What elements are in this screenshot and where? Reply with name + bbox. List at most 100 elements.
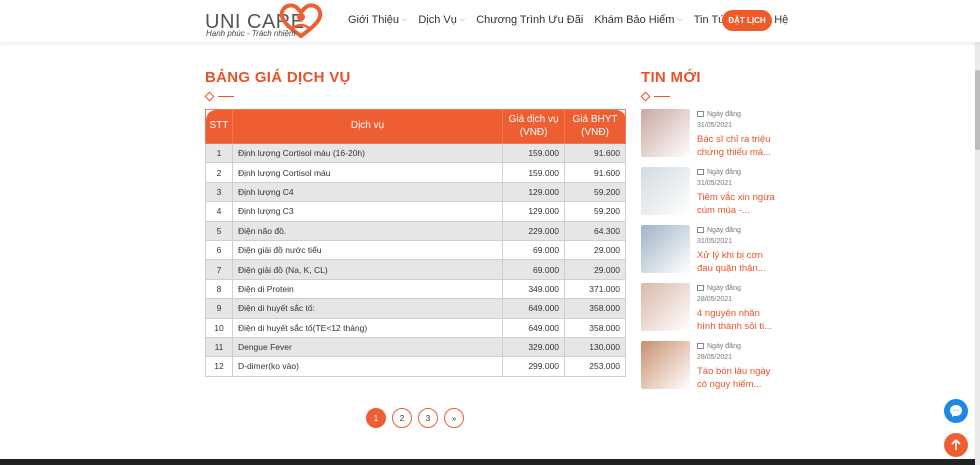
table-row: 12 D-dimer(ko vào) 299.000 253.000 — [205, 356, 626, 377]
table-row: 6 Điện giải đồ nước tiểu 69.000 29.000 — [205, 239, 626, 261]
news-meta: Ngày đăng 28/05/2021 — [697, 283, 741, 305]
colon-thumb-icon[interactable] — [641, 341, 690, 389]
cell-stt: 10 — [205, 317, 233, 338]
cell-stt: 1 — [205, 142, 233, 164]
site-logo[interactable]: UNI CARE Hạnh phúc - Trách nhiệm — [205, 2, 330, 40]
news-meta-label: Ngày đăng — [707, 285, 741, 292]
cell-bhyt: 253.000 — [564, 356, 626, 377]
cell-service: D-dimer(ko vào) — [231, 356, 504, 377]
cell-service: Điện giải đồ (Na, K, CL) — [231, 259, 504, 280]
cell-service: Điện di Protein — [231, 278, 504, 300]
pills-thumb-icon[interactable] — [641, 283, 690, 331]
cell-service: Điện giải đồ nước tiểu — [231, 239, 504, 261]
cell-stt: 2 — [205, 162, 233, 183]
news-item[interactable]: Ngày đăng 31/05/2021 Bác sĩ chỉ ra triệu c… — [641, 109, 776, 161]
footer-bar — [0, 459, 980, 465]
title-divider — [204, 91, 234, 102]
site-header: UNI CARE Hạnh phúc - Trách nhiệm Giới Th… — [0, 0, 980, 42]
cell-bhyt: 64.300 — [564, 220, 626, 241]
news-item[interactable]: Ngày đăng 28/05/2021 4 nguyên nhân hình th… — [641, 283, 776, 335]
cell-bhyt: 59.200 — [564, 201, 626, 222]
calendar-icon — [697, 343, 704, 349]
news-date: 31/05/2021 — [697, 238, 733, 245]
nav-label: Khám Bảo Hiểm — [594, 14, 675, 26]
news-title-link[interactable]: 4 nguyên nhân hình thành sỏi ti... — [697, 307, 777, 333]
diamond-icon — [640, 91, 651, 102]
news-title-link[interactable]: Táo bón lâu ngày có nguy hiểm... — [697, 365, 777, 391]
nav-gioi-thieu[interactable]: Giới Thiệu ⌵ — [348, 14, 407, 26]
cell-price: 159.000 — [502, 142, 566, 164]
vaccine-thumb-icon[interactable] — [641, 167, 690, 215]
news-meta: Ngày đăng 31/05/2021 — [697, 225, 741, 247]
chevron-down-icon: ⌵ — [402, 16, 408, 23]
nav-chuong-trinh-uu-dai[interactable]: Chương Trình Ưu Đãi — [476, 14, 583, 26]
back-to-top-button[interactable] — [944, 433, 968, 457]
news-item[interactable]: Ngày đăng 28/05/2021 Táo bón lâu ngày có n… — [641, 341, 776, 393]
table-row: 4 Định lượng C3 129.000 59.200 — [205, 201, 626, 222]
cell-bhyt: 91.600 — [564, 142, 626, 164]
cell-stt: 4 — [205, 201, 233, 222]
price-section-title: BẢNG GIÁ DỊCH VỤ — [205, 69, 351, 86]
nav-label: Dịch Vụ — [418, 14, 457, 26]
page-1-button[interactable]: 1 — [366, 408, 386, 428]
page-scrollbar[interactable] — [975, 0, 980, 465]
cell-bhyt: 130.000 — [564, 336, 626, 358]
cell-stt: 6 — [205, 239, 233, 261]
cell-service: Dengue Fever — [231, 336, 504, 358]
cell-bhyt: 358.000 — [564, 317, 626, 338]
page-2-button[interactable]: 2 — [392, 408, 412, 428]
cell-service: Định lượng Cortisol máu (16-20h) — [231, 142, 504, 164]
page-3-button[interactable]: 3 — [418, 408, 438, 428]
cell-service: Định lượng Cortisol máu — [231, 162, 504, 183]
table-header-row: STT Dịch vụ Giá dịch vụ (VNĐ) Giá BHYT (… — [205, 109, 626, 144]
kidney-thumb-icon[interactable] — [641, 109, 690, 157]
cell-service: Định lượng C4 — [231, 181, 504, 203]
news-meta-label: Ngày đăng — [707, 111, 741, 118]
news-title-link[interactable]: Bác sĩ chỉ ra triệu chứng thiếu má... — [697, 133, 777, 159]
messenger-button[interactable] — [944, 399, 968, 423]
cell-stt: 3 — [205, 181, 233, 203]
news-meta: Ngày đăng 31/05/2021 — [697, 109, 741, 131]
col-price: Giá dịch vụ (VNĐ) — [502, 109, 566, 144]
news-date: 31/05/2021 — [697, 180, 733, 187]
table-row: 3 Định lượng C4 129.000 59.200 — [205, 181, 626, 203]
table-row: 2 Định lượng Cortisol máu 159.000 91.600 — [205, 162, 626, 183]
messenger-icon — [950, 405, 962, 417]
cell-service: Điện não đồ. — [231, 220, 504, 241]
cell-price: 229.000 — [502, 220, 566, 241]
cell-bhyt: 358.000 — [564, 298, 626, 319]
nav-kham-bao-hiem[interactable]: Khám Bảo Hiểm ⌵ — [594, 14, 682, 26]
news-date: 28/05/2021 — [697, 354, 733, 361]
book-appointment-button[interactable]: ĐẶT LỊCH — [722, 10, 772, 31]
next-page-button[interactable]: » — [444, 408, 464, 428]
table-row: 9 Điện di huyết sắc tố: 649.000 358.000 — [205, 298, 626, 319]
news-title-link[interactable]: Xử lý khi bị cơn đau quặn thận... — [697, 249, 777, 275]
cell-bhyt: 59.200 — [564, 181, 626, 203]
table-row: 8 Điện di Protein 349.000 371.000 — [205, 278, 626, 300]
table-row: 11 Dengue Fever 329.000 130.000 — [205, 336, 626, 358]
news-meta: Ngày đăng 31/05/2021 — [697, 167, 741, 189]
cell-service: Định lượng C3 — [231, 201, 504, 222]
news-meta-label: Ngày đăng — [707, 169, 741, 176]
cell-stt: 5 — [205, 220, 233, 241]
table-row: 1 Định lượng Cortisol máu (16-20h) 159.000… — [205, 142, 626, 164]
nav-label: Chương Trình Ưu Đãi — [476, 14, 584, 26]
news-item[interactable]: Ngày đăng 31/05/2021 Xử lý khi bị cơn đau … — [641, 225, 776, 277]
news-item[interactable]: Ngày đăng 31/05/2021 Tiêm vắc xin ngừa cúm… — [641, 167, 776, 219]
cell-stt: 12 — [205, 356, 233, 377]
nav-label: Giới Thiệu — [348, 14, 400, 26]
calendar-icon — [697, 227, 704, 233]
scrollbar-thumb[interactable] — [975, 70, 980, 150]
cell-bhyt: 29.000 — [564, 239, 626, 261]
cell-stt: 9 — [205, 298, 233, 319]
back-pain-thumb-icon[interactable] — [641, 225, 690, 273]
nav-dich-vu[interactable]: Dịch Vụ ⌵ — [418, 14, 465, 26]
cell-price: 129.000 — [502, 201, 566, 222]
calendar-icon — [697, 285, 704, 291]
cell-stt: 11 — [205, 336, 233, 358]
diamond-icon — [204, 91, 215, 102]
title-divider — [640, 91, 670, 102]
news-title-link[interactable]: Tiêm vắc xin ngừa cúm mùa -... — [697, 191, 777, 217]
cell-price: 649.000 — [502, 317, 566, 338]
cell-bhyt: 29.000 — [564, 259, 626, 280]
